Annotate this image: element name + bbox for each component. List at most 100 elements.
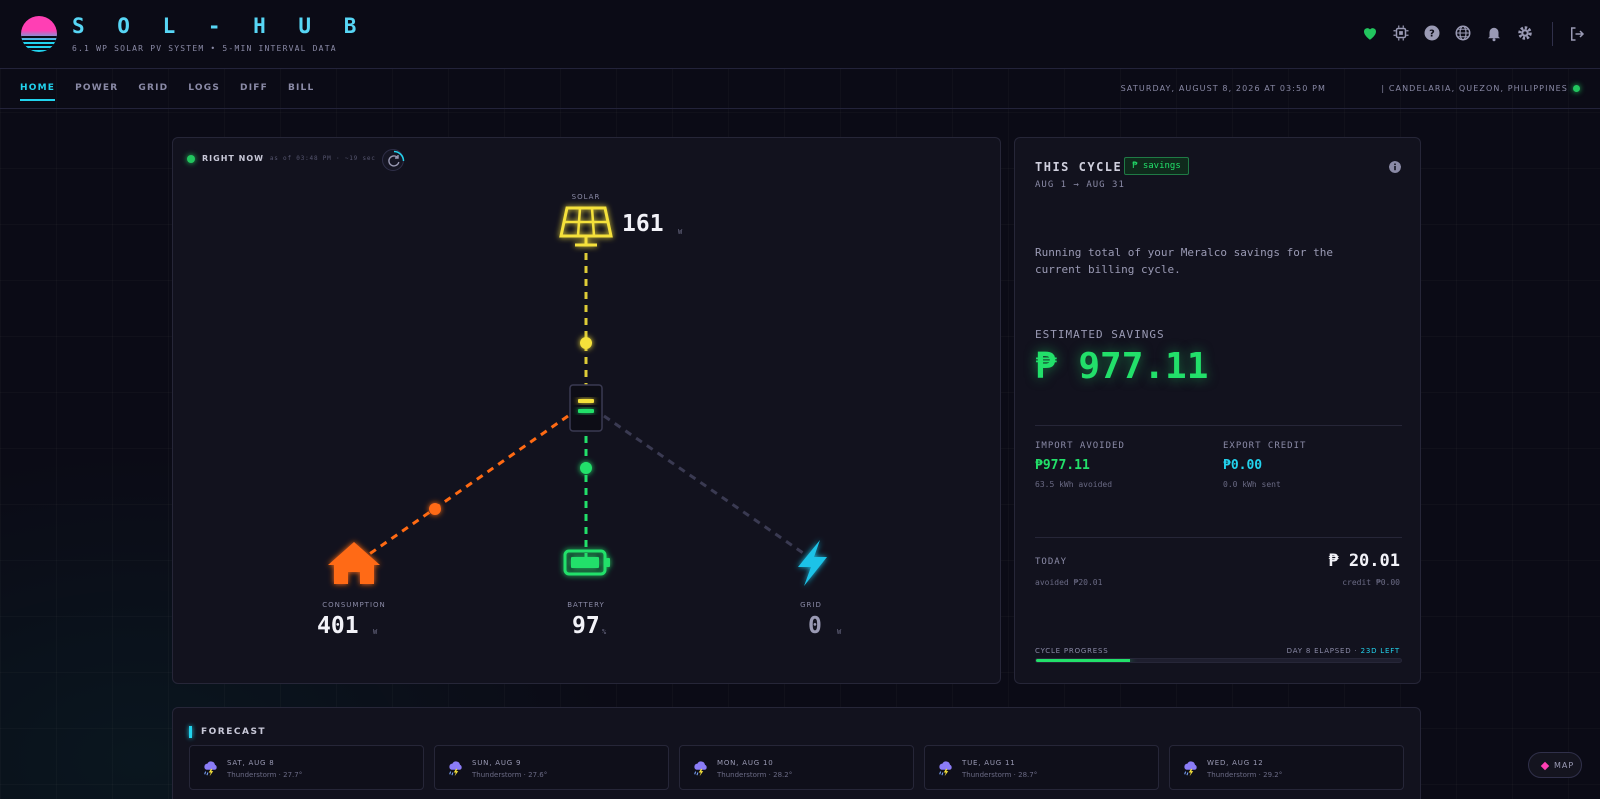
house-icon bbox=[328, 542, 380, 584]
forecast-title: FORECAST bbox=[201, 727, 267, 737]
nav-tab-logs[interactable]: LOGS bbox=[188, 83, 220, 101]
thunderstorm-icon bbox=[1184, 761, 1197, 777]
forecast-card[interactable]: TUE, AUG 11 Thunderstorm · 28.7° bbox=[924, 745, 1159, 790]
battery-label: BATTERY bbox=[567, 601, 605, 609]
app-subtitle: 6.1 WP SOLAR PV SYSTEM • 5-MIN INTERVAL … bbox=[72, 44, 337, 53]
import-avoided-value: ₱977.11 bbox=[1035, 458, 1090, 473]
forecast-day: TUE, AUG 11 bbox=[962, 759, 1016, 767]
consumption-label: CONSUMPTION bbox=[322, 601, 386, 609]
map-button[interactable]: MAP bbox=[1528, 752, 1582, 778]
nav-tabs: HOME POWER GRID LOGS DIFF BILL bbox=[20, 83, 314, 101]
map-button-label: MAP bbox=[1554, 761, 1575, 770]
gear-icon[interactable] bbox=[1516, 24, 1534, 42]
heart-icon[interactable] bbox=[1361, 24, 1379, 42]
logo bbox=[21, 16, 57, 52]
cycle-progress-label: CYCLE PROGRESS bbox=[1035, 647, 1109, 655]
nav-tab-home[interactable]: HOME bbox=[20, 83, 56, 101]
export-credit-value: ₱0.00 bbox=[1223, 458, 1263, 473]
thunderstorm-icon bbox=[204, 761, 217, 777]
grid-unit: W bbox=[837, 628, 842, 636]
chip-icon[interactable] bbox=[1392, 24, 1410, 42]
thunderstorm-icon bbox=[449, 761, 462, 777]
forecast-accent-bar bbox=[189, 726, 192, 738]
divider bbox=[1035, 537, 1402, 538]
estimated-savings-value: ₱ 977.11 bbox=[1035, 346, 1209, 387]
divider bbox=[1035, 425, 1402, 426]
billing-cycle-panel: THIS CYCLE ₱ savings AUG 1 → AUG 31 Runn… bbox=[1014, 137, 1421, 684]
today-value: ₱ 20.01 bbox=[1328, 551, 1400, 571]
energy-flow-panel: RIGHT NOW · as of 03:48 PM · ~19 sec SOL… bbox=[172, 137, 1001, 684]
help-icon[interactable]: ? bbox=[1423, 24, 1441, 42]
battery-unit: % bbox=[602, 628, 607, 636]
globe-icon[interactable] bbox=[1454, 24, 1472, 42]
import-avoided-label: IMPORT AVOIDED bbox=[1035, 441, 1125, 451]
forecast-day: SUN, AUG 9 bbox=[472, 759, 522, 767]
inverter-node bbox=[569, 384, 603, 432]
solar-panel-icon bbox=[559, 206, 613, 247]
nav-tab-grid[interactable]: GRID bbox=[138, 83, 168, 101]
app-title: S O L - H U B bbox=[72, 14, 367, 38]
solar-flow-dot bbox=[580, 337, 592, 349]
svg-text:?: ? bbox=[1429, 28, 1435, 39]
import-avoided-sub: 63.5 kWh avoided bbox=[1035, 480, 1113, 489]
cycle-progress-bar bbox=[1035, 658, 1402, 663]
forecast-card[interactable]: SAT, AUG 8 Thunderstorm · 27.7° bbox=[189, 745, 424, 790]
estimated-savings-label: ESTIMATED SAVINGS bbox=[1035, 328, 1165, 341]
consumption-flow-line bbox=[367, 414, 569, 557]
cycle-date-range: AUG 1 → AUG 31 bbox=[1035, 180, 1125, 190]
consumption-value: 401 bbox=[317, 613, 359, 639]
nav-tab-bill[interactable]: BILL bbox=[288, 83, 314, 101]
nav-location: | CANDELARIA, QUEZON, PHILIPPINES bbox=[1381, 84, 1568, 93]
forecast-condition: Thunderstorm · 28.7° bbox=[962, 771, 1038, 779]
forecast-panel: FORECAST SAT, AUG 8 Thunderstorm · 27.7° S… bbox=[172, 707, 1421, 799]
forecast-card[interactable]: WED, AUG 12 Thunderstorm · 29.2° bbox=[1169, 745, 1404, 790]
forecast-card[interactable]: SUN, AUG 9 Thunderstorm · 27.6° bbox=[434, 745, 669, 790]
forecast-card[interactable]: MON, AUG 10 Thunderstorm · 28.2° bbox=[679, 745, 914, 790]
online-status-dot bbox=[1573, 85, 1580, 92]
grid-flow-line bbox=[603, 414, 807, 557]
consumption-unit: W bbox=[373, 628, 378, 636]
grid-value: 0 bbox=[808, 613, 822, 639]
battery-value: 97 bbox=[572, 613, 600, 639]
header-icons: ? bbox=[1361, 24, 1534, 42]
savings-badge: ₱ savings bbox=[1124, 157, 1189, 175]
lightning-bolt-icon bbox=[798, 540, 827, 586]
map-diamond-icon bbox=[1540, 761, 1550, 771]
forecast-day: MON, AUG 10 bbox=[717, 759, 774, 767]
thunderstorm-icon bbox=[939, 761, 952, 777]
forecast-condition: Thunderstorm · 29.2° bbox=[1207, 771, 1283, 779]
export-credit-sub: 0.0 kWh sent bbox=[1223, 480, 1281, 489]
consumption-flow-dot bbox=[429, 503, 441, 515]
info-icon[interactable] bbox=[1389, 161, 1401, 173]
forecast-day: SAT, AUG 8 bbox=[227, 759, 275, 767]
thunderstorm-icon bbox=[694, 761, 707, 777]
today-avoided: avoided ₱20.01 bbox=[1035, 578, 1103, 587]
forecast-condition: Thunderstorm · 27.6° bbox=[472, 771, 548, 779]
forecast-condition: Thunderstorm · 27.7° bbox=[227, 771, 303, 779]
export-credit-label: EXPORT CREDIT bbox=[1223, 441, 1307, 451]
grid-label: GRID bbox=[800, 601, 822, 609]
solar-unit: W bbox=[678, 228, 683, 236]
battery-flow-dot bbox=[580, 462, 592, 474]
forecast-condition: Thunderstorm · 28.2° bbox=[717, 771, 793, 779]
solar-value: 161 bbox=[622, 211, 664, 237]
header-separator bbox=[1552, 22, 1553, 46]
logout-icon[interactable] bbox=[1568, 25, 1586, 43]
solar-label: SOLAR bbox=[571, 193, 601, 201]
cycle-progress-elapsed: DAY 8 ELAPSED · bbox=[1286, 647, 1358, 655]
nav-tab-diff[interactable]: DIFF bbox=[240, 83, 268, 101]
cycle-description: Running total of your Meralco savings fo… bbox=[1035, 246, 1334, 276]
cycle-title: THIS CYCLE bbox=[1035, 160, 1123, 174]
forecast-cards: SAT, AUG 8 Thunderstorm · 27.7° SUN, AUG 9… bbox=[189, 745, 1404, 790]
app-header: S O L - H U B 6.1 WP SOLAR PV SYSTEM • 5… bbox=[0, 0, 1600, 69]
cycle-progress-fill bbox=[1036, 659, 1131, 662]
nav-datetime: SATURDAY, AUGUST 8, 2026 AT 03:50 PM bbox=[1120, 84, 1326, 93]
main-nav: HOME POWER GRID LOGS DIFF BILL SATURDAY, AUGU… bbox=[0, 69, 1600, 109]
forecast-day: WED, AUG 12 bbox=[1207, 759, 1264, 767]
today-label: TODAY bbox=[1035, 557, 1068, 567]
cycle-progress-status: DAY 8 ELAPSED · 23D LEFT bbox=[1287, 647, 1400, 655]
bell-icon[interactable] bbox=[1485, 24, 1503, 42]
today-credit: credit ₱0.00 bbox=[1342, 578, 1400, 587]
cycle-progress-left: 23D LEFT bbox=[1360, 647, 1400, 655]
nav-tab-power[interactable]: POWER bbox=[75, 83, 118, 101]
